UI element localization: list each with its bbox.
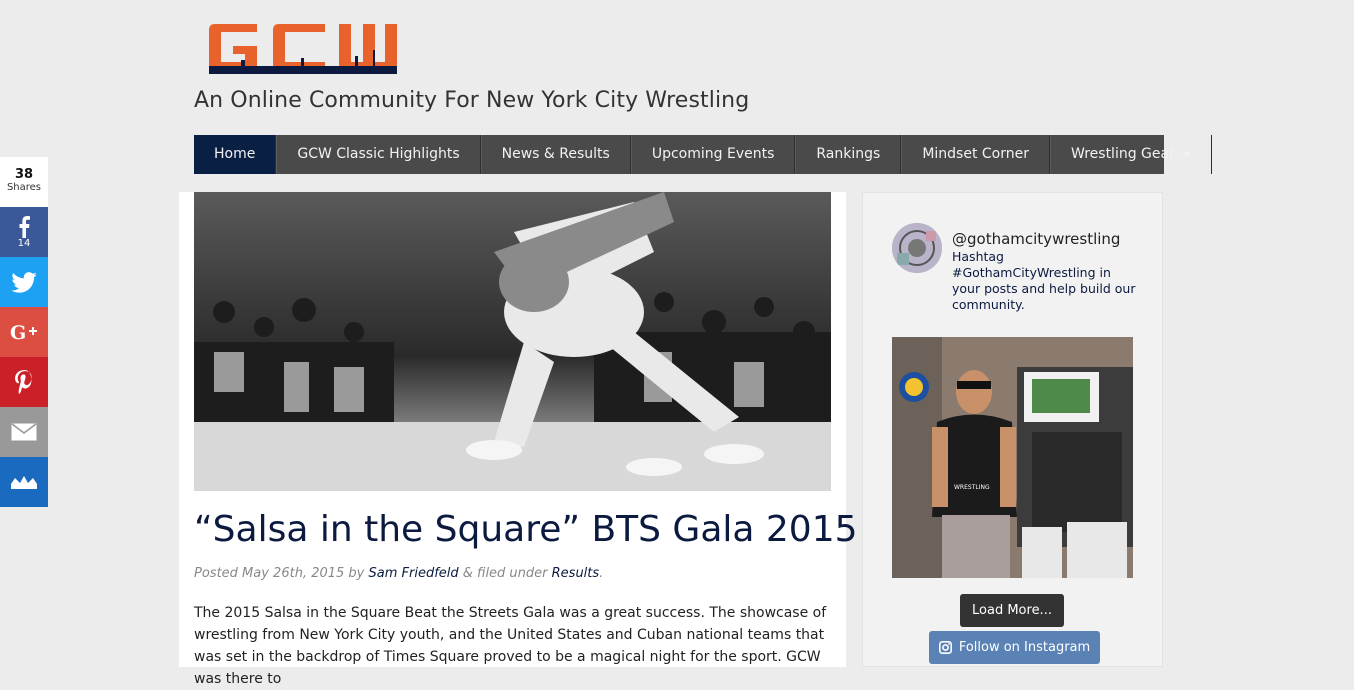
pinterest-icon [15, 370, 32, 394]
instagram-avatar[interactable] [892, 223, 942, 273]
nav-wrestling-gear-label: Wrestling Gear [1071, 146, 1175, 162]
gcw-logo[interactable] [205, 20, 400, 78]
load-more-button[interactable]: Load More... [960, 594, 1064, 627]
nav-news-results[interactable]: News & Results [480, 135, 631, 174]
post-title[interactable]: “Salsa in the Square” BTS Gala 2015 [194, 509, 858, 550]
facebook-share-button[interactable]: 14 [0, 207, 48, 257]
twitter-icon [11, 271, 37, 293]
share-total: 38 Shares [0, 157, 48, 207]
post-date-text: Posted May 26th, 2015 by [194, 566, 369, 581]
instagram-handle[interactable]: @gothamcitywrestling [952, 230, 1120, 248]
instagram-widget: @gothamcitywrestling Hashtag #GothamCity… [862, 192, 1163, 667]
facebook-share-count: 14 [17, 237, 31, 249]
instagram-bio: Hashtag #GothamCityWrestling in your pos… [952, 249, 1136, 312]
post-meta-period: . [599, 566, 604, 581]
instagram-icon [938, 641, 952, 654]
nav-gcw-classic-highlights[interactable]: GCW Classic Highlights [276, 135, 481, 174]
sumome-icon [11, 476, 37, 489]
svg-text:WRESTLING: WRESTLING [954, 484, 990, 491]
nav-wrestling-gear[interactable]: Wrestling Gear [1050, 135, 1212, 174]
facebook-icon [19, 215, 30, 238]
site-tagline: An Online Community For New York City Wr… [194, 88, 750, 113]
twitter-share-button[interactable] [0, 257, 48, 307]
google-plus-share-button[interactable]: G [0, 307, 48, 357]
nav-upcoming-events[interactable]: Upcoming Events [630, 135, 796, 174]
nav-rankings[interactable]: Rankings [795, 135, 902, 174]
post-meta: Posted May 26th, 2015 by Sam Friedfeld &… [194, 566, 603, 581]
share-total-label: Shares [6, 182, 42, 193]
email-icon [11, 423, 37, 441]
post-excerpt: The 2015 Salsa in the Square Beat the St… [194, 605, 827, 687]
main-nav: Home GCW Classic Highlights News & Resul… [194, 135, 1212, 174]
google-plus-icon: G [10, 322, 37, 342]
follow-instagram-button[interactable]: Follow on Instagram [929, 631, 1100, 664]
post-author-link[interactable]: Sam Friedfeld [369, 566, 459, 581]
pinterest-share-button[interactable] [0, 357, 48, 407]
share-bar: 38 Shares 14 G [0, 157, 48, 507]
sumome-share-button[interactable] [0, 457, 48, 507]
main-content: “Salsa in the Square” BTS Gala 2015 Post… [179, 192, 858, 687]
instagram-post-image[interactable]: WRESTLING [892, 337, 1133, 578]
follow-instagram-label: Follow on Instagram [958, 640, 1091, 655]
post-category-link[interactable]: Results [552, 566, 600, 581]
email-share-button[interactable] [0, 407, 48, 457]
chevron-down-icon [1182, 151, 1191, 157]
svg-text:G: G [10, 322, 26, 342]
nav-mindset-corner[interactable]: Mindset Corner [901, 135, 1050, 174]
nav-home[interactable]: Home [194, 135, 277, 174]
post-filed-text: & filed under [458, 566, 552, 581]
post-featured-image[interactable] [194, 192, 831, 491]
share-total-count: 38 [14, 167, 34, 182]
